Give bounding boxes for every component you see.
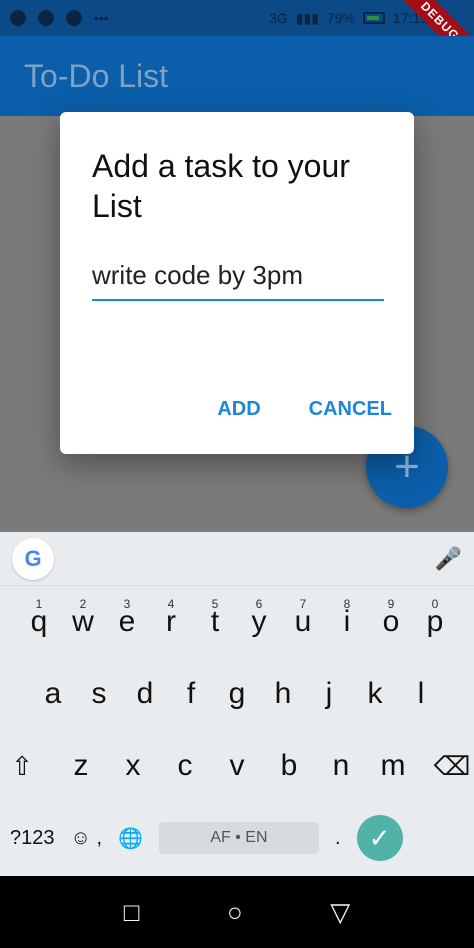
- key-num-1: 1: [35, 597, 43, 611]
- key-d[interactable]: d: [132, 677, 158, 711]
- add-task-dialog: Add a task to your List ADD CANCEL: [60, 112, 414, 454]
- key-q[interactable]: 1q: [26, 597, 52, 639]
- app-bar: To-Do List: [0, 36, 474, 116]
- task-input-container: [92, 260, 384, 301]
- key-num-0: 0: [431, 597, 439, 611]
- period-key[interactable]: .: [335, 827, 341, 850]
- keyboard-row-4: ?123 ☺ , 🌐 AF • EN . ✓: [0, 802, 474, 874]
- dialog-actions: ADD CANCEL: [217, 398, 392, 421]
- backspace-icon[interactable]: ⌫: [432, 751, 472, 782]
- key-y[interactable]: 6y: [246, 597, 272, 639]
- keyboard: G 🎤 1q 2w 3e 4r 5t 6y 7u 8i 9o 0p a s d …: [0, 532, 474, 876]
- shield-icon: [10, 10, 26, 26]
- key-c[interactable]: c: [172, 749, 198, 783]
- key-num-2: 2: [79, 597, 87, 611]
- key-u[interactable]: 7u: [290, 597, 316, 639]
- key-num-3: 3: [123, 597, 131, 611]
- key-b[interactable]: b: [276, 749, 302, 783]
- emoji-comma-key[interactable]: ☺ ,: [71, 827, 103, 850]
- key-num-9: 9: [387, 597, 395, 611]
- keyboard-top-bar: G 🎤: [0, 532, 474, 586]
- key-num-7: 7: [299, 597, 307, 611]
- globe-icon[interactable]: 🌐: [118, 826, 143, 851]
- back-icon[interactable]: ▽: [330, 897, 350, 928]
- key-num-5: 5: [211, 597, 219, 611]
- keyboard-row-2: a s d f g h j k l: [0, 658, 474, 730]
- key-g[interactable]: g: [224, 677, 250, 711]
- key-i[interactable]: 8i: [334, 597, 360, 639]
- battery-icon: [362, 12, 385, 24]
- signal-icon: ▮▮▮: [295, 9, 319, 26]
- key-num-8: 8: [343, 597, 351, 611]
- key-k[interactable]: k: [362, 677, 388, 711]
- shield-icon: [38, 10, 54, 26]
- message-icon: [66, 10, 82, 26]
- key-j[interactable]: j: [316, 677, 342, 711]
- home-icon[interactable]: ○: [227, 897, 243, 928]
- status-bar: ••• 3G ▮▮▮ 79% 17:15 DEBUG: [0, 0, 474, 72]
- key-l[interactable]: l: [408, 677, 434, 711]
- key-m[interactable]: m: [380, 749, 406, 783]
- key-w[interactable]: 2w: [70, 597, 96, 639]
- dialog-title: Add a task to your List: [92, 148, 350, 224]
- keyboard-row-3: ⇧ z x c v b n m ⌫: [0, 730, 474, 802]
- task-input[interactable]: [92, 260, 384, 291]
- emoji-icon: ☺: [70, 826, 91, 849]
- status-left-icons: •••: [10, 10, 109, 26]
- keyboard-row-1: 1q 2w 3e 4r 5t 6y 7u 8i 9o 0p: [0, 586, 474, 658]
- space-key[interactable]: AF • EN: [158, 822, 319, 854]
- navigation-bar: □ ○ ▽: [0, 876, 474, 948]
- add-button[interactable]: ADD: [217, 398, 260, 421]
- key-s[interactable]: s: [86, 677, 112, 711]
- recent-apps-icon[interactable]: □: [124, 897, 140, 928]
- key-t[interactable]: 5t: [202, 597, 228, 639]
- status-right-icons: 3G ▮▮▮ 79% 17:15: [269, 10, 428, 27]
- mic-icon[interactable]: 🎤: [435, 546, 462, 572]
- check-icon[interactable]: ✓: [356, 815, 403, 861]
- key-num-4: 4: [167, 597, 175, 611]
- key-z[interactable]: z: [68, 749, 94, 783]
- key-v[interactable]: v: [224, 749, 250, 783]
- key-h[interactable]: h: [270, 677, 296, 711]
- key-r[interactable]: 4r: [158, 597, 184, 639]
- cancel-button[interactable]: CANCEL: [309, 398, 392, 421]
- key-n[interactable]: n: [328, 749, 354, 783]
- shift-icon[interactable]: ⇧: [2, 751, 42, 782]
- key-p[interactable]: 0p: [422, 597, 448, 639]
- key-x[interactable]: x: [120, 749, 146, 783]
- key-e[interactable]: 3e: [114, 597, 140, 639]
- key-o[interactable]: 9o: [378, 597, 404, 639]
- key-f[interactable]: f: [178, 677, 204, 711]
- battery-percent: 79%: [326, 10, 355, 26]
- network-label: 3G: [269, 10, 288, 26]
- more-icon: •••: [94, 10, 109, 26]
- key-a[interactable]: a: [40, 677, 66, 711]
- symbols-key[interactable]: ?123: [10, 827, 55, 850]
- app-title: To-Do List: [24, 57, 169, 94]
- key-num-6: 6: [255, 597, 263, 611]
- comma-label: ,: [96, 826, 103, 849]
- google-icon[interactable]: G: [12, 537, 54, 580]
